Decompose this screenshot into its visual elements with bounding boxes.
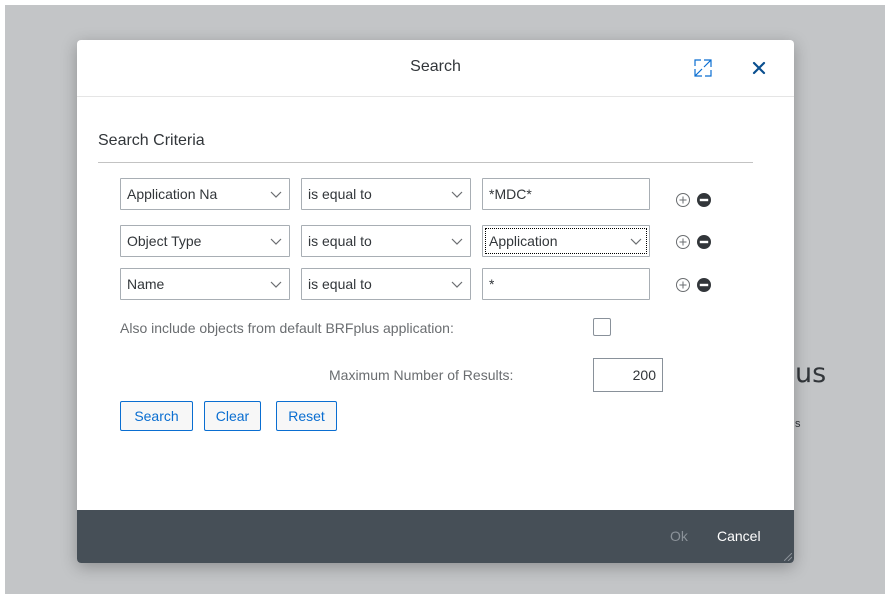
search-button[interactable]: Search (120, 401, 193, 431)
section-divider (98, 162, 753, 163)
select-value: Application (489, 233, 558, 249)
close-button[interactable] (744, 53, 774, 83)
chevron-down-icon (270, 238, 282, 245)
add-row-icon[interactable] (675, 234, 691, 250)
add-row-icon[interactable] (675, 192, 691, 208)
row-actions (675, 192, 719, 208)
input-value: * (489, 276, 495, 292)
chevron-down-icon (270, 281, 282, 288)
row-actions (675, 234, 719, 250)
resize-handle-icon[interactable] (784, 553, 792, 561)
fullscreen-button[interactable] (688, 53, 718, 83)
include-default-checkbox[interactable] (593, 318, 611, 336)
select-value: Name (127, 276, 165, 292)
remove-row-icon[interactable] (696, 192, 712, 208)
chevron-down-icon (451, 238, 463, 245)
chevron-down-icon (630, 238, 642, 245)
include-default-label: Also include objects from default BRFplu… (120, 320, 454, 336)
criteria-field-select[interactable]: Name (120, 268, 290, 300)
dialog-footer: Ok Cancel (77, 510, 794, 563)
chevron-down-icon (451, 281, 463, 288)
criteria-field-select[interactable]: Object Type (120, 225, 290, 257)
search-dialog: Search Search Criteria Application Na is… (77, 40, 794, 563)
chevron-down-icon (270, 191, 282, 198)
operator-select[interactable]: is equal to (301, 178, 471, 210)
value-input[interactable]: *MDC* (482, 178, 650, 210)
background-text: us (795, 358, 827, 389)
chevron-down-icon (451, 191, 463, 198)
section-title: Search Criteria (98, 132, 205, 149)
input-value: 200 (632, 367, 656, 383)
close-icon (752, 61, 766, 75)
operator-select[interactable]: is equal to (301, 225, 471, 257)
dialog-header: Search (77, 40, 794, 97)
select-value: is equal to (308, 276, 372, 292)
add-row-icon[interactable] (675, 277, 691, 293)
clear-button[interactable]: Clear (204, 401, 261, 431)
cancel-button[interactable]: Cancel (717, 528, 761, 544)
select-value: is equal to (308, 186, 372, 202)
select-value: Object Type (127, 233, 202, 249)
select-value: Application Na (127, 186, 218, 202)
remove-row-icon[interactable] (696, 277, 712, 293)
remove-row-icon[interactable] (696, 234, 712, 250)
input-value: *MDC* (489, 186, 532, 202)
fullscreen-icon (694, 59, 712, 77)
criteria-field-select[interactable]: Application Na (120, 178, 290, 210)
background-subtext: s (795, 418, 801, 430)
reset-button[interactable]: Reset (276, 401, 337, 431)
max-results-label: Maximum Number of Results: (329, 367, 514, 383)
operator-select[interactable]: is equal to (301, 268, 471, 300)
ok-button[interactable]: Ok (670, 528, 688, 544)
dialog-title: Search (410, 58, 461, 75)
value-input[interactable]: * (482, 268, 650, 300)
value-select[interactable]: Application (482, 225, 650, 257)
max-results-input[interactable]: 200 (593, 358, 663, 392)
select-value: is equal to (308, 233, 372, 249)
row-actions (675, 277, 719, 293)
